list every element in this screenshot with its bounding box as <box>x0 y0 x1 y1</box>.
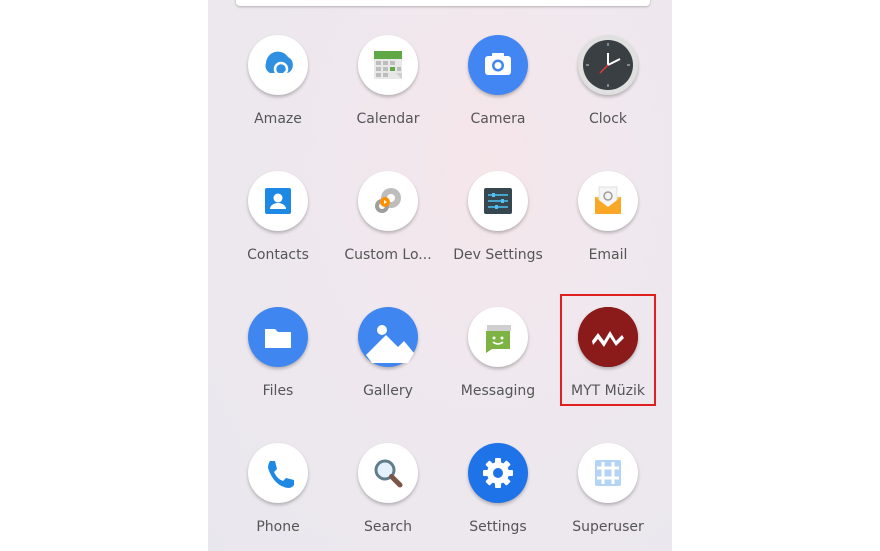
dev-settings-icon <box>468 171 528 231</box>
app-label: Clock <box>588 111 628 127</box>
app-label: Settings <box>469 519 527 535</box>
app-clock[interactable]: Clock <box>553 35 663 155</box>
phone-icon <box>248 443 308 503</box>
app-camera[interactable]: Camera <box>443 35 553 155</box>
messaging-icon <box>468 307 528 367</box>
app-files[interactable]: Files <box>223 307 333 427</box>
app-label: Custom Lo... <box>344 247 432 263</box>
calendar-icon <box>358 35 418 95</box>
gear-icon <box>468 443 528 503</box>
app-dev-settings[interactable]: Dev Settings <box>443 171 553 291</box>
app-label: Search <box>363 519 413 535</box>
amaze-icon <box>248 35 308 95</box>
gallery-icon <box>358 307 418 367</box>
app-label: Messaging <box>460 383 536 399</box>
app-custom-locale[interactable]: Custom Lo... <box>333 171 443 291</box>
app-contacts[interactable]: Contacts <box>223 171 333 291</box>
app-label: Amaze <box>254 111 302 127</box>
email-icon <box>578 171 638 231</box>
search-bar[interactable] <box>236 0 650 6</box>
app-label: Dev Settings <box>453 247 543 263</box>
app-amaze[interactable]: Amaze <box>223 35 333 155</box>
contacts-icon <box>248 171 308 231</box>
app-label: Email <box>588 247 628 263</box>
app-calendar[interactable]: Calendar <box>333 35 443 155</box>
app-search[interactable]: Search <box>333 443 443 551</box>
superuser-icon <box>578 443 638 503</box>
app-label: Phone <box>256 519 300 535</box>
camera-icon <box>468 35 528 95</box>
folder-icon <box>248 307 308 367</box>
custom-locale-icon <box>358 171 418 231</box>
clock-icon <box>578 35 638 95</box>
app-superuser[interactable]: Superuser <box>553 443 663 551</box>
app-messaging[interactable]: Messaging <box>443 307 553 427</box>
app-email[interactable]: Email <box>553 171 663 291</box>
app-label: Camera <box>470 111 526 127</box>
selection-highlight <box>560 294 656 406</box>
app-drawer: Amaze Calendar Camera Clock Contacts Cus… <box>208 0 672 551</box>
app-settings[interactable]: Settings <box>443 443 553 551</box>
app-label: Gallery <box>363 383 413 399</box>
app-gallery[interactable]: Gallery <box>333 307 443 427</box>
app-label: Files <box>262 383 294 399</box>
app-phone[interactable]: Phone <box>223 443 333 551</box>
app-label: Contacts <box>247 247 309 263</box>
search-icon <box>358 443 418 503</box>
app-label: Calendar <box>356 111 420 127</box>
app-label: Superuser <box>572 519 644 535</box>
